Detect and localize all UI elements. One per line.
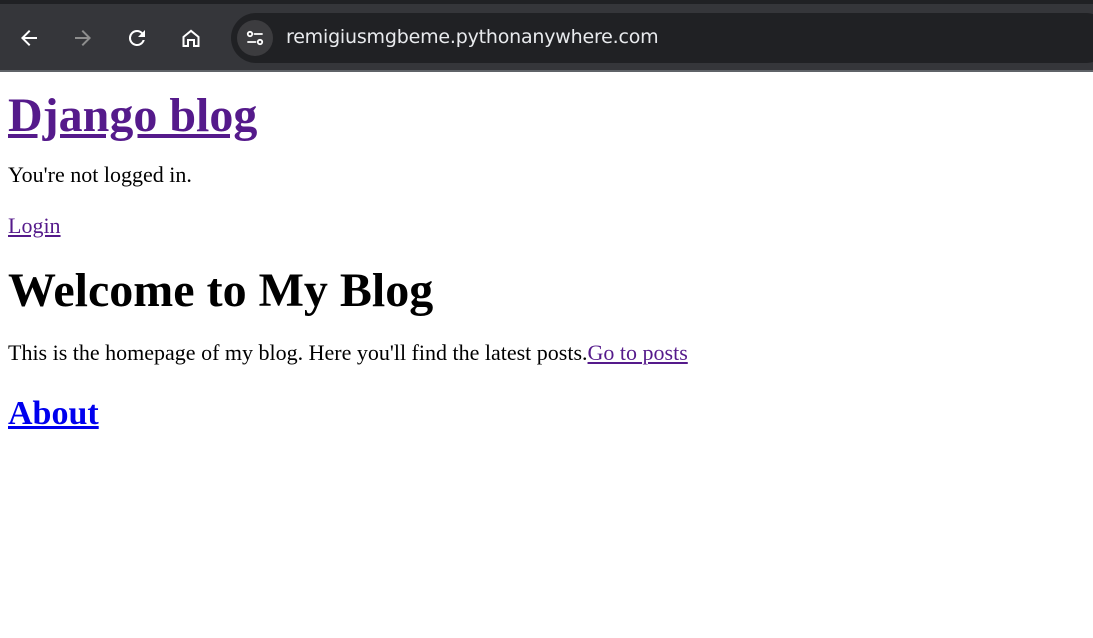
- home-icon: [182, 29, 200, 47]
- site-title: Django blog: [8, 88, 1085, 144]
- go-to-posts-link[interactable]: Go to posts: [588, 340, 688, 365]
- site-title-link[interactable]: Django blog: [8, 89, 257, 142]
- login-status-text: You're not logged in.: [8, 162, 192, 187]
- address-bar[interactable]: remigiusmgbeme.pythonanywhere.com: [231, 13, 1093, 63]
- forward-button[interactable]: [63, 18, 103, 58]
- intro-paragraph: This is the homepage of my blog. Here yo…: [8, 340, 1085, 366]
- login-link[interactable]: Login: [8, 213, 61, 238]
- page-content: Django blog You're not logged in. Login …: [0, 74, 1093, 638]
- page-heading: Welcome to My Blog: [8, 264, 434, 317]
- intro-text: This is the homepage of my blog. Here yo…: [8, 340, 588, 365]
- about-link[interactable]: About: [8, 395, 99, 432]
- url-text[interactable]: remigiusmgbeme.pythonanywhere.com: [286, 26, 659, 48]
- back-arrow-icon: [21, 30, 37, 46]
- browser-toolbar: remigiusmgbeme.pythonanywhere.com: [0, 0, 1093, 72]
- home-button[interactable]: [171, 18, 211, 58]
- tab-strip-edge: [0, 0, 1093, 4]
- site-info-button[interactable]: [237, 20, 273, 56]
- login-paragraph: Login: [8, 213, 1085, 239]
- site-info-icon: [246, 30, 264, 46]
- back-button[interactable]: [9, 18, 49, 58]
- about-heading: About: [8, 394, 1085, 434]
- forward-arrow-icon: [75, 30, 91, 46]
- reload-button[interactable]: [117, 18, 157, 58]
- reload-icon: [128, 29, 145, 46]
